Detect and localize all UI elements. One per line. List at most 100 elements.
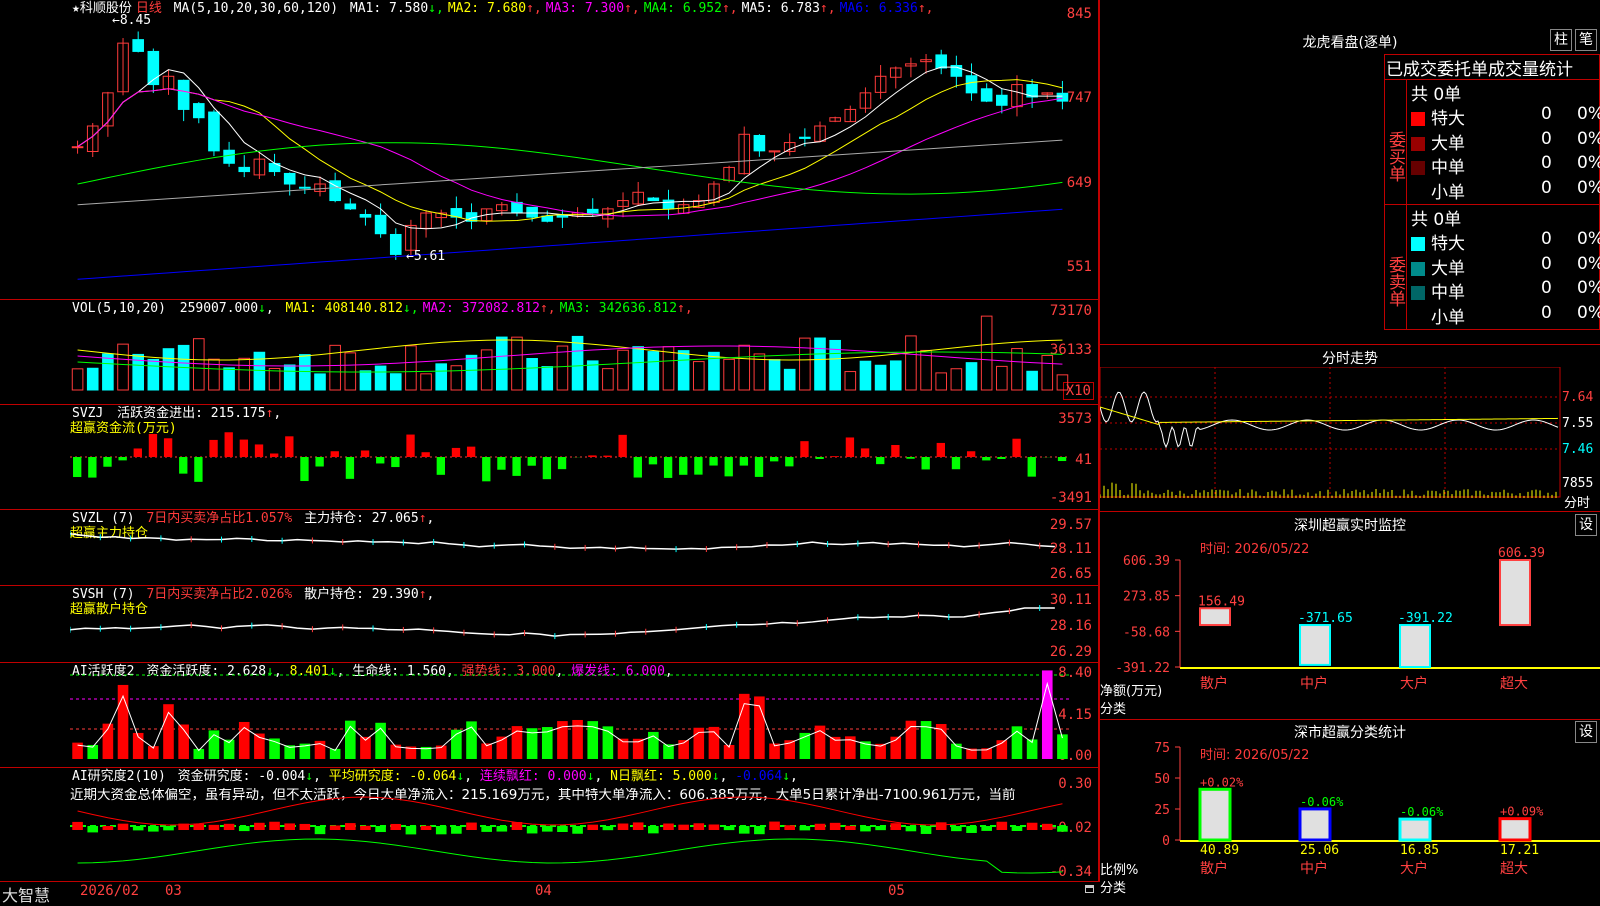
volume-bar — [375, 366, 386, 390]
price-panel[interactable]: 845 747 649 551 ★科顺股份日线 MA(5,10,20,30,60… — [0, 0, 1100, 300]
category-label: 超大 — [1500, 861, 1528, 877]
sell-total: 共 0单 — [1411, 205, 1461, 230]
realtime-bar — [1300, 625, 1330, 665]
volume-bar — [997, 366, 1008, 390]
category-xlabel: 分类 — [1100, 877, 1126, 896]
candle-body — [193, 104, 204, 118]
buy-section: 委买单 共 0单 特大00%大单00%中单00%小单00% — [1384, 80, 1600, 205]
svzl-chart[interactable] — [70, 510, 1100, 585]
color-swatch — [1411, 262, 1425, 276]
ai-active-chart[interactable] — [70, 663, 1100, 767]
volume-bar — [239, 358, 250, 390]
stats-tabs[interactable]: 已成交委托单成交量统计 — [1384, 54, 1600, 80]
order-pct: 0% — [1577, 278, 1600, 298]
volume-bar — [1012, 349, 1023, 390]
realtime-xlabel: 分类 — [1100, 698, 1126, 717]
research-bar — [693, 823, 704, 830]
volume-bar — [678, 351, 689, 390]
svzj-bar — [88, 457, 96, 478]
intraday-tick: 7.46 — [1562, 442, 1593, 457]
svzj-bar — [831, 456, 839, 457]
main-chart-area[interactable]: 845 747 649 551 ★科顺股份日线 MA(5,10,20,30,60… — [0, 0, 1100, 900]
research-bar — [587, 825, 598, 830]
tick-mode-button[interactable]: 笔 — [1575, 29, 1597, 51]
buy-row: 大单00% — [1411, 129, 1599, 153]
svsh-chart[interactable] — [70, 586, 1100, 662]
lock-icon[interactable] — [1085, 885, 1094, 893]
research-bar — [390, 824, 401, 830]
candle-body — [375, 215, 386, 233]
order-count: 0 — [1541, 153, 1552, 173]
candlestick-chart[interactable]: ←8.45←5.61 — [70, 0, 1100, 300]
realtime-monitor-panel[interactable]: 深圳超赢实时监控 设 时间: 2026/05/22 606.39273.85-5… — [1100, 512, 1600, 720]
research-bar — [815, 824, 826, 830]
category-stats-panel[interactable]: 深市超赢分类统计 设 时间: 2026/05/22 7550250+0.02%4… — [1100, 720, 1600, 900]
volume-bar — [815, 338, 826, 390]
realtime-bar-label: 156.49 — [1198, 594, 1245, 609]
candle-body — [512, 202, 523, 213]
research-bar — [936, 822, 947, 830]
volume-bar — [860, 361, 871, 390]
svzj-bar — [709, 457, 717, 466]
volume-panel[interactable]: 73170 36133 X10 VOL(5,10,20) 259007.000↓… — [0, 299, 1100, 405]
svzl-panel[interactable]: 29.57 28.11 26.65 SVZL (7) 7日内买卖净占比1.057… — [0, 509, 1100, 586]
volume-bar — [512, 337, 523, 390]
svzj-bar — [694, 457, 702, 475]
svzj-chart[interactable] — [70, 405, 1100, 509]
ai-research-chart[interactable] — [70, 768, 1100, 882]
volume-bar — [224, 368, 235, 390]
candle-body — [754, 135, 765, 150]
color-swatch — [1411, 112, 1425, 126]
intraday-vol-tick: 7855 — [1562, 476, 1593, 491]
svzj-bar — [800, 441, 808, 457]
order-size-label: 大单 — [1431, 134, 1465, 154]
dragon-tiger-panel[interactable]: 龙虎看盘(逐单) 柱 笔 已成交委托单成交量统计 委买单 共 0单 特大00%大… — [1100, 0, 1600, 345]
realtime-bar-chart[interactable]: 606.39273.85-58.68-391.22156.49散户-371.65… — [1100, 512, 1600, 720]
brand-logo[interactable]: 大智慧 — [2, 882, 50, 906]
candle-body — [300, 187, 311, 188]
bar-mode-button[interactable]: 柱 — [1550, 29, 1572, 51]
research-bar — [678, 825, 689, 830]
category-bar-chart[interactable]: 7550250+0.02%40.89散户-0.06%25.06中户-0.06%1… — [1100, 720, 1600, 900]
research-bar — [284, 823, 295, 830]
volume-bar — [451, 366, 462, 390]
research-bar — [663, 824, 674, 830]
category-change-label: -0.06% — [1400, 805, 1444, 819]
volume-bar — [497, 337, 508, 390]
svzj-bar — [512, 457, 520, 476]
research-bar — [966, 826, 977, 833]
realtime-bar-label: 606.39 — [1498, 546, 1545, 561]
realtime-category-label: 散户 — [1200, 675, 1228, 692]
volume-bar — [315, 374, 326, 390]
buy-row: 小单00% — [1411, 178, 1599, 202]
volume-chart[interactable] — [70, 300, 1100, 404]
svzj-bar — [588, 455, 596, 457]
volume-bar — [875, 365, 886, 390]
svzj-panel[interactable]: 3573 41 -3491 SVZJ 活跃资金进出: 215.175↑, 超赢资… — [0, 404, 1100, 510]
category-ylabel: 比例% — [1100, 859, 1138, 878]
svzj-bar — [952, 457, 960, 469]
category-label: 大户 — [1400, 860, 1428, 877]
ai-research-panel[interactable]: 0.30 -0.02 -0.34 AI研究度2(10) 资金研究度: -0.00… — [0, 767, 1100, 881]
order-pct: 0% — [1577, 178, 1600, 198]
intraday-panel[interactable]: 分时走势 7.64 7.55 7.46 7855 分时 — [1100, 345, 1600, 512]
svsh-panel[interactable]: 30.11 28.16 26.29 SVSH (7) 7日内买卖净占比2.026… — [0, 585, 1100, 663]
category-bar — [1500, 819, 1530, 840]
svzj-bar — [846, 437, 854, 457]
svzj-bar — [618, 435, 626, 457]
volume-bar — [466, 355, 477, 390]
volume-bar — [830, 340, 841, 390]
svzj-bar — [164, 438, 172, 457]
svzj-bar — [861, 448, 869, 457]
ai-active-panel[interactable]: 8.40 4.15 0.00 AI活跃度2 资金活跃度: 2.628↓, 8.4… — [0, 662, 1100, 768]
svzj-bar — [179, 457, 187, 474]
sell-row: 中单00% — [1411, 278, 1599, 302]
intraday-vol-unit: 分时 — [1564, 492, 1590, 511]
svzj-bar — [649, 457, 657, 464]
intraday-title: 分时走势 — [1280, 348, 1420, 368]
volume-bar — [148, 359, 159, 390]
research-bar — [451, 826, 462, 834]
vol-ma-line — [78, 346, 1063, 366]
intraday-chart[interactable] — [1100, 367, 1600, 512]
date-label: 05 — [888, 883, 905, 899]
